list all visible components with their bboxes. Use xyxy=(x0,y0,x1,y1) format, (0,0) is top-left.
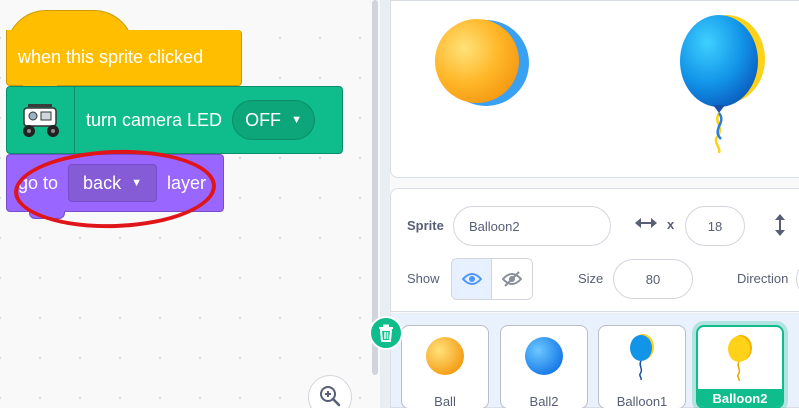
balloon1-thumbnail xyxy=(599,326,685,386)
zoom-in-button[interactable] xyxy=(308,375,352,408)
hat-block-label: when this sprite clicked xyxy=(18,47,204,67)
hide-sprite-button[interactable] xyxy=(492,259,532,299)
hat-block-body: when this sprite clicked xyxy=(6,30,242,86)
stage[interactable] xyxy=(390,0,799,178)
size-input[interactable]: 80 xyxy=(613,259,693,299)
show-label: Show xyxy=(407,271,440,286)
balloon2-thumbnail xyxy=(698,327,782,387)
show-sprite-button[interactable] xyxy=(452,259,492,299)
size-label: Size xyxy=(578,271,604,286)
x-position-input[interactable]: 18 xyxy=(685,206,745,246)
direction-label: Direction xyxy=(737,271,789,286)
sprite-tile-label: Ball2 xyxy=(529,394,559,408)
sprite-tile-ball[interactable]: Ball xyxy=(401,325,489,408)
sprite-tile-ball2[interactable]: Ball2 xyxy=(500,325,588,408)
zoom-in-icon xyxy=(320,386,341,407)
sprite-tile-label: Balloon2 xyxy=(698,389,782,407)
led-state-value: OFF xyxy=(245,109,282,130)
x-label: x xyxy=(667,217,675,232)
code-workspace[interactable]: when this sprite clicked turn camera LED… xyxy=(0,0,370,408)
sprite-label: Sprite xyxy=(407,218,444,233)
balloon-sprite[interactable] xyxy=(677,13,767,158)
chevron-down-icon: ▼ xyxy=(291,114,302,126)
eye-slash-icon xyxy=(502,271,522,287)
robot-car-icon xyxy=(7,87,75,153)
sprite-name-input[interactable]: Balloon2 xyxy=(453,206,611,246)
delete-sprite-button[interactable] xyxy=(369,316,403,350)
sprite-tile-label: Ball xyxy=(434,394,456,408)
trash-icon xyxy=(379,324,393,342)
sprite-tile-balloon2[interactable]: Balloon2 xyxy=(696,325,784,408)
horizontal-arrows-icon xyxy=(635,218,657,228)
eye-icon xyxy=(461,273,482,285)
sprite-tile-balloon1[interactable]: Balloon1 xyxy=(598,325,686,408)
vertical-arrows-icon xyxy=(775,214,785,236)
led-state-dropdown[interactable]: OFF ▼ xyxy=(232,100,315,140)
visibility-toggle xyxy=(451,258,533,300)
sprite-info-panel: Sprite Balloon2 x 18 Show Size 80 Direct… xyxy=(390,188,799,312)
turn-camera-led-block[interactable]: turn camera LED OFF ▼ xyxy=(6,86,343,154)
ball2-thumbnail xyxy=(501,326,587,386)
camera-block-label: turn camera LED xyxy=(86,109,223,130)
sprite-tile-label: Balloon1 xyxy=(616,394,668,408)
ball-sprite[interactable] xyxy=(433,19,533,109)
ball-thumbnail xyxy=(402,326,488,386)
sprite-list: Ball Ball2 Balloon1 Balloon2 xyxy=(390,313,799,408)
